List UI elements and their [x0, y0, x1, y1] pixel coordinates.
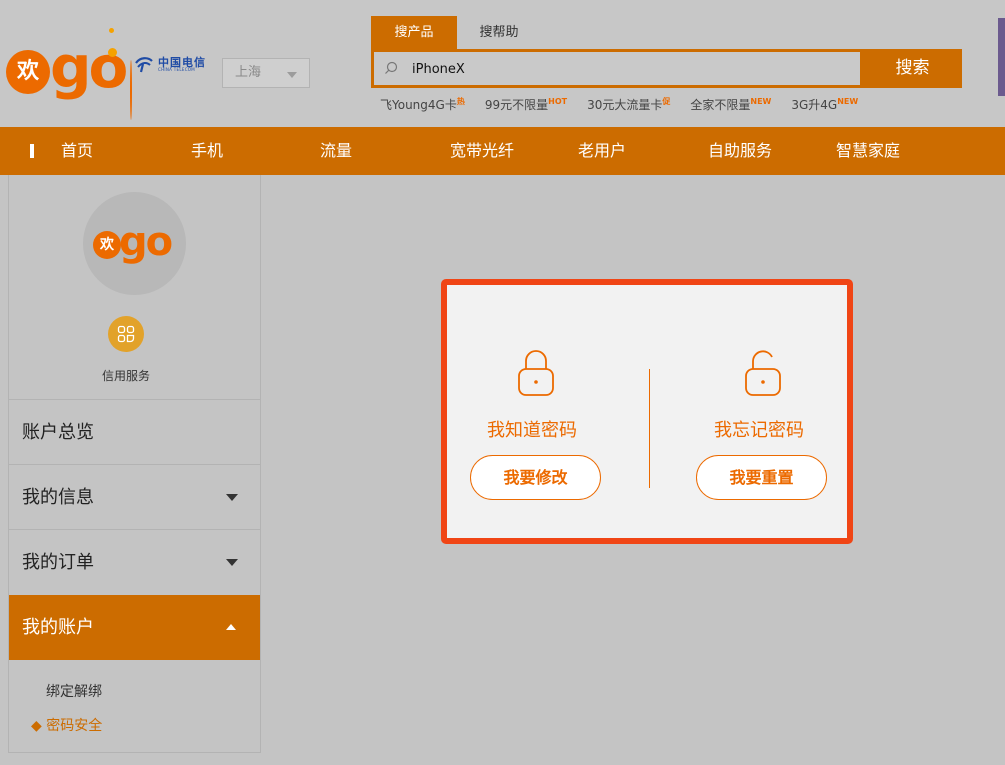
tab-search-products[interactable]: 搜产品	[371, 16, 457, 49]
china-telecom-icon	[135, 57, 153, 73]
grid-icon	[117, 325, 135, 343]
caret-up-icon	[226, 624, 236, 630]
huango-logo[interactable]: 欢 go	[6, 26, 132, 120]
hot-word-link[interactable]: 30元大流量卡促	[587, 96, 670, 113]
caret-down-icon	[226, 494, 238, 501]
logo-dot	[108, 48, 117, 57]
sidebar-item-label: 我的订单	[22, 552, 94, 573]
search-input[interactable]	[412, 58, 852, 80]
header: 欢 go 中国电信 CHINA TELECOM 上海 搜产品 搜帮助 搜索 飞Y…	[0, 0, 1005, 127]
password-options-panel: 我知道密码 我要修改 我忘记密码 我要重置	[441, 279, 853, 544]
know-password-title: 我知道密码	[487, 420, 577, 441]
hot-word-link[interactable]: 99元不限量HOT	[485, 96, 567, 113]
sidebar-item-account-overview[interactable]: 账户总览	[9, 399, 260, 464]
account-sidebar: 欢 go 信用服务 账户总览 我的信息 我的订单 我的账户 绑定解绑 ◆ 密码安…	[8, 175, 261, 753]
lock-open-icon	[745, 350, 781, 396]
search-box	[371, 49, 863, 88]
hot-tag-badge: HOT	[548, 97, 568, 106]
nav-item-home[interactable]: 首页	[61, 127, 93, 175]
hot-tag-badge: NEW	[837, 97, 859, 106]
logo-separator	[130, 60, 132, 120]
avatar-go-text: go	[119, 219, 173, 265]
nav-item-broadband[interactable]: 宽带光纤	[450, 127, 514, 175]
logo-dot	[109, 28, 114, 33]
sidebar-item-label: 账户总览	[22, 422, 94, 443]
sidebar-item-label: 我的信息	[22, 487, 94, 508]
forgot-password-title: 我忘记密码	[714, 420, 804, 441]
sidebar-subitem-bind-unbind[interactable]: 绑定解绑	[46, 681, 102, 701]
nav-item-data[interactable]: 流量	[320, 127, 352, 175]
hot-tag-badge: 热	[456, 97, 465, 106]
side-banner-edge[interactable]	[998, 18, 1005, 96]
sidebar-subitem-password-security[interactable]: ◆ 密码安全	[31, 715, 102, 735]
hot-tag-badge: NEW	[750, 97, 772, 106]
avatar-huan-mark: 欢	[93, 231, 121, 259]
search-icon	[385, 61, 398, 74]
china-telecom-logo: 中国电信 CHINA TELECOM	[134, 52, 206, 76]
hot-word-link[interactable]: 飞Young4G卡热	[380, 96, 465, 113]
sidebar-item-my-info[interactable]: 我的信息	[9, 464, 260, 529]
modify-password-button[interactable]: 我要修改	[470, 455, 601, 500]
nav-item-existing-users[interactable]: 老用户	[578, 127, 626, 175]
sidebar-item-label: 我的账户	[22, 617, 94, 638]
sidebar-item-my-orders[interactable]: 我的订单	[9, 529, 260, 594]
nav-indicator	[30, 144, 34, 158]
hot-words: 飞Young4G卡热 99元不限量HOT 30元大流量卡促 全家不限量NEW 3…	[380, 96, 878, 113]
nav-item-phones[interactable]: 手机	[191, 127, 223, 175]
hot-tag-badge: 促	[662, 97, 671, 106]
main-nav: 首页 手机 流量 宽带光纤 老用户 自助服务 智慧家庭	[0, 127, 1005, 175]
sidebar-item-my-account[interactable]: 我的账户	[9, 595, 260, 660]
caret-down-icon	[226, 559, 238, 566]
logo-go-text: go	[50, 33, 128, 101]
chevron-down-icon	[287, 72, 297, 78]
telecom-name-en: CHINA TELECOM	[158, 66, 195, 72]
logo-huan-mark: 欢	[6, 50, 50, 94]
nav-item-self-service[interactable]: 自助服务	[708, 127, 772, 175]
city-select-value: 上海	[235, 65, 262, 80]
hot-word-link[interactable]: 3G升4GNEW	[791, 96, 858, 113]
lock-closed-icon	[518, 350, 554, 396]
reset-password-button[interactable]: 我要重置	[696, 455, 827, 500]
credit-service-label: 信用服务	[101, 369, 150, 383]
avatar[interactable]: 欢 go	[83, 192, 186, 295]
search-button[interactable]: 搜索	[863, 49, 962, 88]
city-select[interactable]: 上海	[222, 58, 310, 88]
telecom-name-cn: 中国电信	[158, 55, 206, 69]
hot-word-link[interactable]: 全家不限量NEW	[690, 96, 771, 113]
credit-service-icon[interactable]	[108, 316, 144, 352]
panel-divider	[649, 369, 650, 488]
nav-item-smart-home[interactable]: 智慧家庭	[836, 127, 900, 175]
tab-search-help[interactable]: 搜帮助	[466, 16, 532, 49]
